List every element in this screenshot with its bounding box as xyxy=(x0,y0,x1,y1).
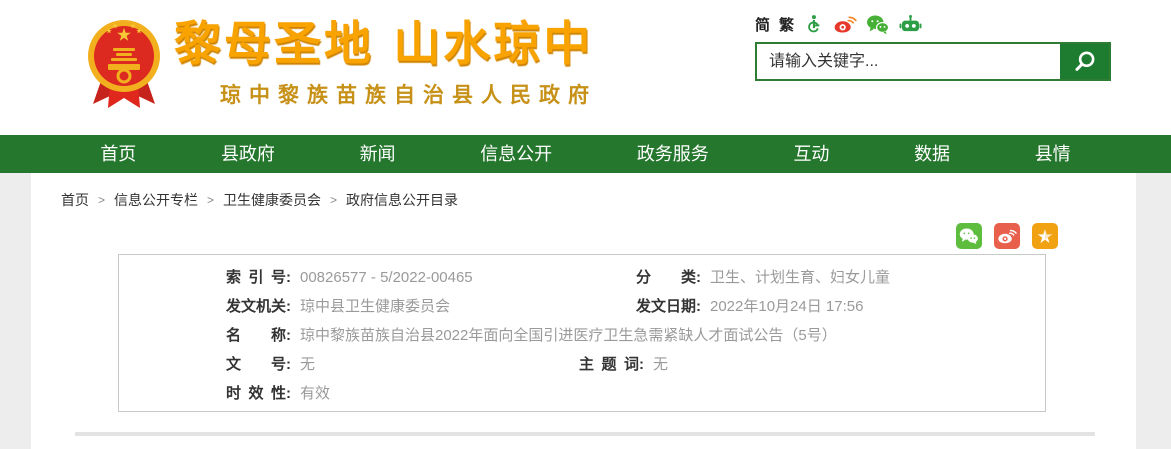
wechat-share-icon xyxy=(959,228,978,245)
accessibility-button[interactable] xyxy=(803,14,824,35)
field-colon: : xyxy=(286,356,291,373)
site-slogan: 黎母圣地 山水琼中 xyxy=(174,17,594,72)
field-colon: : xyxy=(286,327,291,344)
field-colon: : xyxy=(696,298,701,315)
utility-bar: 简 繁 xyxy=(755,12,922,36)
nav-item-info-disclosure[interactable]: 信息公开 xyxy=(480,135,552,173)
nav-item-gov-services[interactable]: 政务服务 xyxy=(637,135,709,173)
info-row-2: 发文机关: 琼中县卫生健康委员会 发文日期: 2022年10月24日 17:56 xyxy=(226,292,1025,321)
info-row-1: 索引号: 00826577 - 5/2022-00465 分类: 卫生、计划生育、妇… xyxy=(226,263,1025,292)
field-label: 分类 xyxy=(636,269,696,286)
field-doc-no: 文号: 无 xyxy=(226,350,636,379)
search-input[interactable] xyxy=(757,44,1060,79)
weibo-share-icon xyxy=(998,229,1017,243)
field-colon: : xyxy=(639,356,644,373)
field-value: 琼中县卫生健康委员会 xyxy=(300,298,451,315)
smart-assistant-button[interactable] xyxy=(899,14,922,35)
robot-icon xyxy=(899,14,922,31)
field-colon: : xyxy=(286,269,291,286)
search-icon xyxy=(1074,50,1094,71)
field-label: 发文机关 xyxy=(226,298,287,315)
site-logo[interactable]: 黎母圣地 山水琼中 琼中黎族苗族自治县人民政府 xyxy=(86,17,597,115)
field-validity: 时效性: 有效 xyxy=(226,379,1025,408)
wechat-icon xyxy=(867,15,890,34)
field-keywords: 主题词: 无 xyxy=(579,350,1025,379)
field-label: 名称 xyxy=(226,327,286,344)
field-value: 无 xyxy=(653,356,669,373)
search-bar xyxy=(755,42,1111,81)
breadcrumb-item-health-commission[interactable]: 卫生健康委员会 xyxy=(223,190,321,210)
field-category: 分类: 卫生、计划生育、妇女儿童 xyxy=(636,263,1025,292)
site-header: 黎母圣地 山水琼中 琼中黎族苗族自治县人民政府 简 繁 xyxy=(0,0,1171,135)
breadcrumb-separator: > xyxy=(98,193,106,207)
main-container: 首页 > 信息公开专栏 > 卫生健康委员会 > 政府信息公开目录 索引号: 00… xyxy=(31,173,1136,449)
field-label: 主题词 xyxy=(579,356,639,373)
field-value: 有效 xyxy=(300,385,331,402)
traditional-chinese-toggle[interactable]: 繁 xyxy=(779,14,794,35)
info-row-5: 时效性: 有效 xyxy=(226,379,1025,408)
accessibility-icon xyxy=(808,14,820,32)
search-button[interactable] xyxy=(1060,44,1109,79)
favorite-star-icon xyxy=(1037,229,1053,243)
field-label: 文号 xyxy=(226,356,286,373)
section-divider xyxy=(75,432,1095,436)
weibo-button[interactable] xyxy=(833,14,857,35)
breadcrumb-item-info-disclosure-column[interactable]: 信息公开专栏 xyxy=(114,190,198,210)
breadcrumb-item-gov-info-directory[interactable]: 政府信息公开目录 xyxy=(346,190,458,210)
wechat-button[interactable] xyxy=(866,14,890,35)
weibo-icon xyxy=(834,16,857,33)
breadcrumb: 首页 > 信息公开专栏 > 卫生健康委员会 > 政府信息公开目录 xyxy=(61,190,1136,210)
breadcrumb-separator: > xyxy=(207,193,215,207)
nav-item-data[interactable]: 数据 xyxy=(914,135,950,173)
field-index-no: 索引号: 00826577 - 5/2022-00465 xyxy=(226,263,636,292)
field-value: 琼中黎族苗族自治县2022年面向全国引进医疗卫生急需紧缺人才面试公告（5号） xyxy=(300,327,837,344)
site-name: 琼中黎族苗族自治县人民政府 xyxy=(220,84,597,108)
nav-item-news[interactable]: 新闻 xyxy=(360,135,396,173)
favorite-share-button[interactable] xyxy=(1032,223,1058,249)
main-nav: 首页 县政府 新闻 信息公开 政务服务 互动 数据 县情 xyxy=(0,135,1171,173)
nav-item-home[interactable]: 首页 xyxy=(100,135,136,173)
page-background: 首页 > 信息公开专栏 > 卫生健康委员会 > 政府信息公开目录 索引号: 00… xyxy=(0,173,1171,449)
field-value: 00826577 - 5/2022-00465 xyxy=(300,269,473,286)
field-label: 发文日期 xyxy=(636,298,697,315)
info-row-3: 名称: 琼中黎族苗族自治县2022年面向全国引进医疗卫生急需紧缺人才面试公告（5号… xyxy=(226,321,1025,350)
document-info-box: 索引号: 00826577 - 5/2022-00465 分类: 卫生、计划生育、妇… xyxy=(118,254,1046,412)
field-issuing-org: 发文机关: 琼中县卫生健康委员会 xyxy=(226,292,636,321)
nav-item-county-profile[interactable]: 县情 xyxy=(1035,135,1071,173)
breadcrumb-item-home[interactable]: 首页 xyxy=(61,190,89,210)
field-issue-date: 发文日期: 2022年10月24日 17:56 xyxy=(636,292,1025,321)
field-title: 名称: 琼中黎族苗族自治县2022年面向全国引进医疗卫生急需紧缺人才面试公告（5号… xyxy=(226,321,1025,350)
nav-item-interaction[interactable]: 互动 xyxy=(793,135,829,173)
weibo-share-button[interactable] xyxy=(994,223,1020,249)
share-buttons xyxy=(956,223,1058,249)
field-colon: : xyxy=(696,269,701,286)
site-titles: 黎母圣地 山水琼中 琼中黎族苗族自治县人民政府 xyxy=(174,17,597,109)
field-value: 无 xyxy=(300,356,316,373)
field-label: 索引号 xyxy=(226,269,286,286)
info-row-4: 文号: 无 主题词: 无 xyxy=(226,350,1025,379)
wechat-share-button[interactable] xyxy=(956,223,982,249)
field-label: 时效性 xyxy=(226,385,286,402)
field-colon: : xyxy=(286,298,291,315)
simplified-chinese-toggle[interactable]: 简 xyxy=(755,14,770,35)
field-value: 卫生、计划生育、妇女儿童 xyxy=(710,269,891,286)
breadcrumb-separator: > xyxy=(330,193,338,207)
field-colon: : xyxy=(286,385,291,402)
national-emblem-icon xyxy=(86,18,162,115)
field-value: 2022年10月24日 17:56 xyxy=(710,298,864,315)
nav-item-county-government[interactable]: 县政府 xyxy=(221,135,275,173)
